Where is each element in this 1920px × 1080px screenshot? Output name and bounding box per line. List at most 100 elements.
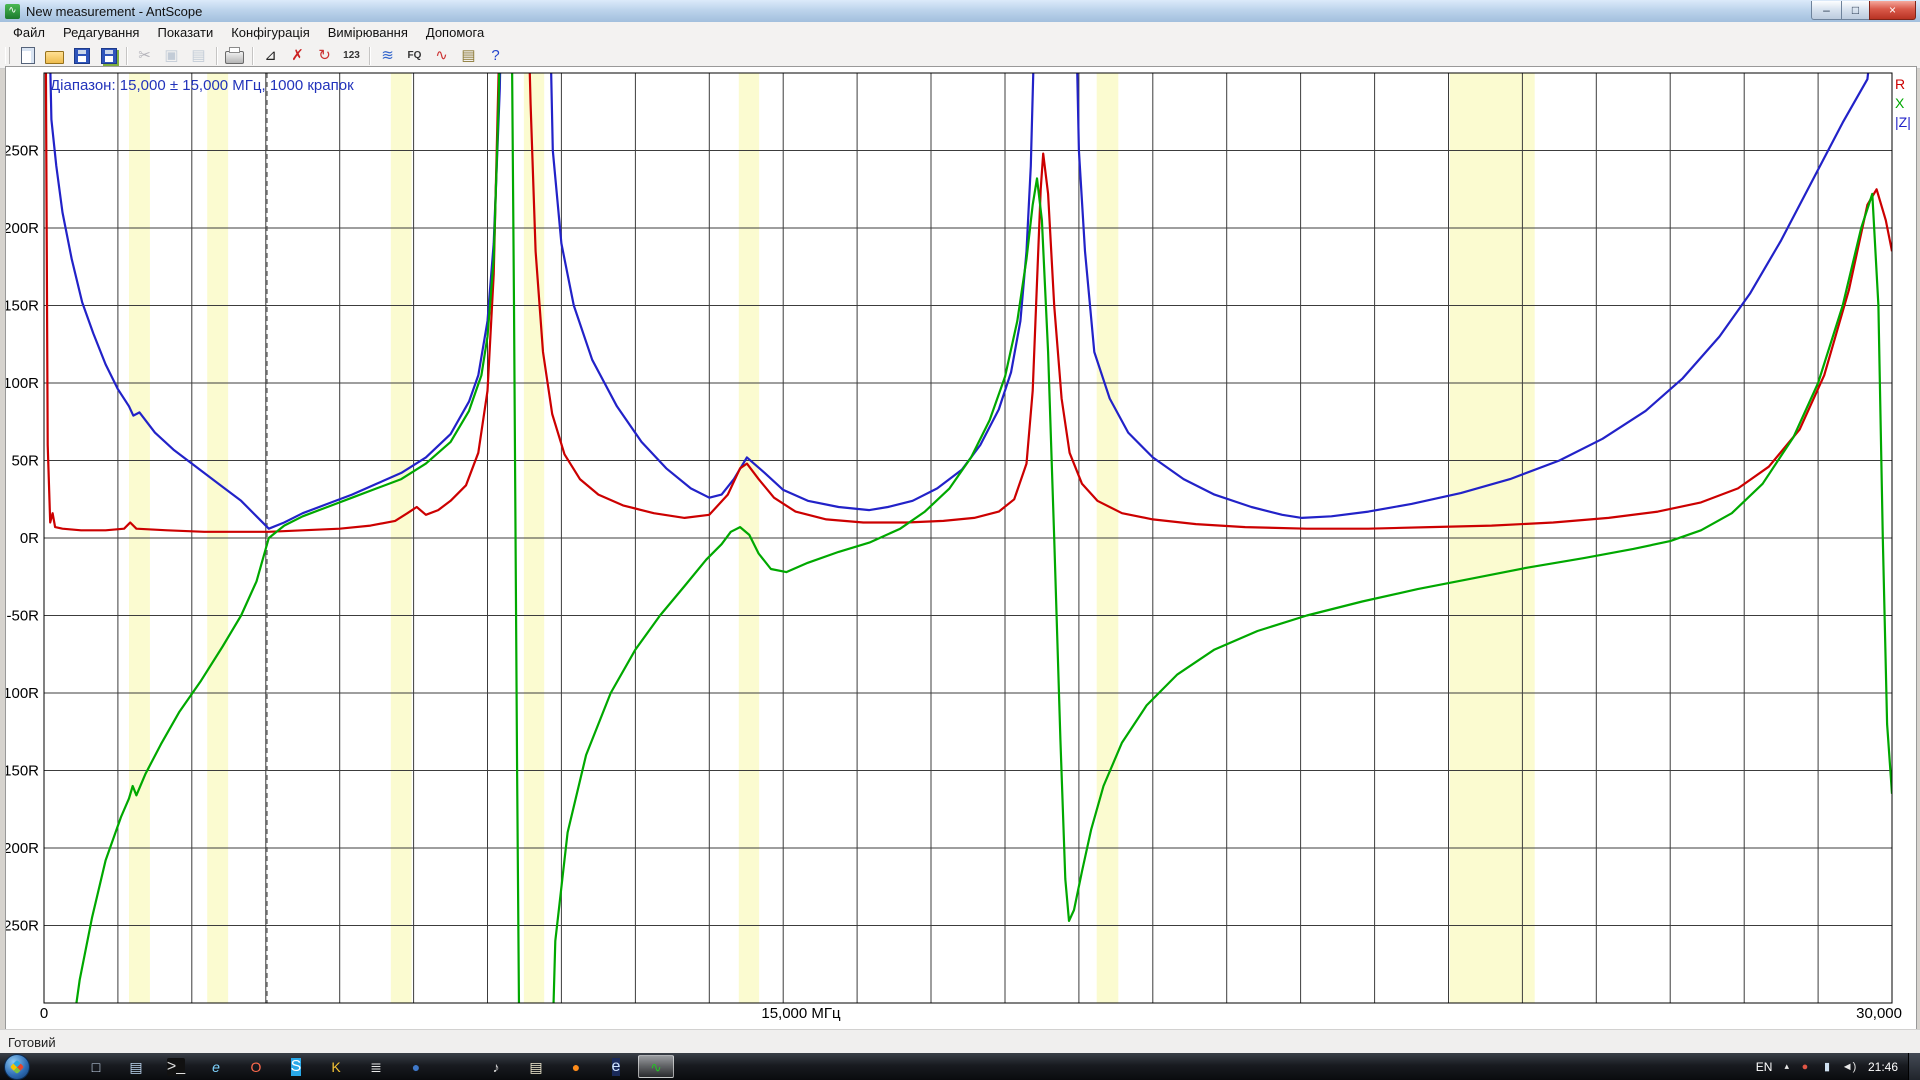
tray-network-icon[interactable]: ▮	[1818, 1058, 1836, 1076]
cut-button[interactable]: ✂	[132, 45, 157, 67]
document-icon: ≣	[370, 1060, 382, 1074]
antscope-icon: ∿	[650, 1060, 662, 1074]
taskbar-item-keys[interactable]: K	[318, 1055, 354, 1078]
app-icon: ∿	[5, 4, 20, 19]
menu-item-1[interactable]: Файл	[4, 23, 54, 42]
messenger-icon: S	[291, 1058, 302, 1076]
x-axis-label: 15,000 МГц	[761, 1005, 841, 1022]
chart-area: 250R200R150R100R50R0R-50R-100R-150R-200R…	[5, 66, 1917, 1031]
ide-icon: e	[612, 1058, 621, 1076]
chart-button[interactable]: ⊿	[258, 45, 283, 67]
taskbar-item-orange-app[interactable]: ●	[558, 1055, 594, 1078]
clock[interactable]: 21:46	[1868, 1060, 1898, 1074]
menu-item-4[interactable]: Конфігурація	[222, 23, 319, 42]
maximize-button[interactable]: □	[1842, 1, 1869, 20]
taskbar-item-browser-red[interactable]: O	[238, 1055, 274, 1078]
toolbar-separator	[369, 47, 370, 65]
y-axis-label: -200R	[6, 840, 39, 857]
taskbar-item-libraries[interactable]: ▤	[118, 1055, 154, 1078]
internet-explorer-icon: e	[212, 1060, 220, 1074]
save-as-icon	[101, 48, 117, 64]
windows-flag-icon	[10, 1059, 24, 1073]
memo-icon: ▤	[461, 48, 475, 63]
new-button[interactable]	[15, 45, 40, 67]
print-button[interactable]	[222, 45, 247, 67]
taskbar-item-ide[interactable]: e	[598, 1055, 634, 1078]
clear-button[interactable]: ✗	[285, 45, 310, 67]
save-as-button[interactable]	[96, 45, 121, 67]
y-axis-label: -50R	[6, 608, 39, 625]
sine-icon: ∿	[435, 48, 448, 63]
menu-item-5[interactable]: Вимірювання	[319, 23, 417, 42]
orange-app-icon: ●	[572, 1060, 580, 1074]
impedance-chart-svg[interactable]: 250R200R150R100R50R0R-50R-100R-150R-200R…	[6, 67, 1916, 1030]
copy-button[interactable]: ▣	[159, 45, 184, 67]
terminal-icon: >_	[167, 1058, 185, 1076]
y-axis-label: -100R	[6, 685, 39, 702]
paste-button[interactable]: ▤	[186, 45, 211, 67]
taskbar-item-explorer[interactable]	[38, 1055, 74, 1078]
toolbar-grip	[5, 47, 10, 64]
print-icon	[225, 51, 244, 64]
start-button[interactable]	[4, 1054, 30, 1080]
title-bar: ∿ New measurement - AntScope	[0, 0, 1920, 23]
close-button[interactable]: ×	[1869, 1, 1916, 20]
save-icon	[74, 48, 90, 64]
taskbar-item-document[interactable]: ≣	[358, 1055, 394, 1078]
points-count-button[interactable]: 123	[339, 45, 364, 67]
taskbar-item-notes[interactable]: ▤	[518, 1055, 554, 1078]
help-button[interactable]: ?	[483, 45, 508, 67]
taskbar-item-antscope[interactable]: ∿	[638, 1055, 674, 1078]
status-bar: Готовий	[0, 1029, 1920, 1054]
paste-icon: ▤	[191, 48, 205, 63]
menu-bar: ФайлРедагуванняПоказатиКонфігураціяВимір…	[0, 22, 1920, 44]
language-indicator[interactable]: EN	[1749, 1057, 1780, 1077]
window-title: New measurement - AntScope	[26, 4, 202, 19]
chart-range-title: Діапазон: 15,000 ± 15,000 МГц, 1000 крап…	[50, 77, 354, 94]
frequency-button[interactable]: FQ	[402, 45, 427, 67]
notes-icon: ▤	[529, 1060, 542, 1074]
frequency-icon: FQ	[408, 50, 422, 61]
points-count-icon: 123	[343, 50, 360, 61]
refresh-icon: ↻	[318, 48, 331, 63]
tray-alert-icon[interactable]: ●	[1796, 1058, 1814, 1076]
tray-icons: ●▮◄)	[1794, 1058, 1860, 1076]
y-axis-label: 150R	[6, 298, 39, 315]
open-button[interactable]	[42, 45, 67, 67]
tray-expand-icon[interactable]: ▴	[1779, 1061, 1794, 1072]
y-axis-label: -250R	[6, 918, 39, 935]
sine-button[interactable]: ∿	[429, 45, 454, 67]
y-axis-label: 50R	[11, 453, 39, 470]
taskbar-item-messenger[interactable]: S	[278, 1055, 314, 1078]
x-axis-label: 30,000	[1856, 1005, 1902, 1022]
status-text: Готовий	[8, 1035, 56, 1050]
refresh-button[interactable]: ↻	[312, 45, 337, 67]
legend-R: R	[1895, 76, 1905, 92]
save-button[interactable]	[69, 45, 94, 67]
y-axis-label: -150R	[6, 763, 39, 780]
menu-item-6[interactable]: Допомога	[417, 23, 493, 42]
taskbar-items: □▤>_eOSK≣●♪▤●e∿	[36, 1055, 676, 1078]
taskbar-item-window[interactable]: □	[78, 1055, 114, 1078]
taskbar-item-internet-explorer[interactable]: e	[198, 1055, 234, 1078]
taskbar-item-chrome[interactable]	[438, 1055, 474, 1078]
caption-buttons: – □ ×	[1811, 1, 1916, 20]
signal-icon: ≋	[381, 48, 394, 63]
memo-button[interactable]: ▤	[456, 45, 481, 67]
signal-button[interactable]: ≋	[375, 45, 400, 67]
chart-icon: ⊿	[264, 48, 277, 63]
new-icon	[21, 47, 35, 64]
taskbar-item-terminal[interactable]: >_	[158, 1055, 194, 1078]
minimize-button[interactable]: –	[1811, 1, 1842, 20]
globe-icon: ●	[412, 1060, 420, 1074]
taskbar-item-globe[interactable]: ●	[398, 1055, 434, 1078]
menu-item-3[interactable]: Показати	[148, 23, 222, 42]
cut-icon: ✂	[138, 48, 151, 63]
toolbar-separator	[216, 47, 217, 65]
y-axis-label: 100R	[6, 375, 39, 392]
taskbar-item-media[interactable]: ♪	[478, 1055, 514, 1078]
x-axis-label: 0	[40, 1005, 48, 1022]
tray-volume-icon[interactable]: ◄)	[1840, 1058, 1858, 1076]
show-desktop-button[interactable]	[1908, 1053, 1920, 1080]
menu-item-2[interactable]: Редагування	[54, 23, 149, 42]
